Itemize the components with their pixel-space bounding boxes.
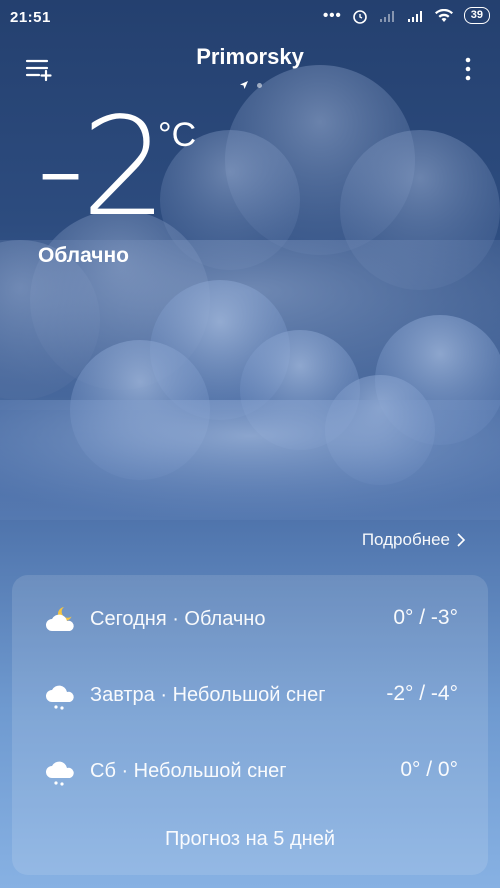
status-time: 21:51 xyxy=(10,9,51,26)
temperature-unit: °C xyxy=(158,116,197,154)
chevron-right-icon xyxy=(457,533,466,547)
forecast-temp-range: -2° / -4° xyxy=(386,682,458,705)
pager-dot xyxy=(256,82,262,88)
forecast-row-today[interactable]: Сегодня · Облачно 0° / -3° xyxy=(12,600,488,640)
five-day-forecast-button[interactable]: Прогноз на 5 дней xyxy=(0,828,500,851)
city-name: Primorsky xyxy=(196,44,304,69)
current-temperature: -2 xyxy=(36,89,168,247)
status-bar: 21:51 ••• 39 xyxy=(0,0,500,36)
wifi-icon xyxy=(434,8,453,22)
partly-cloudy-night-icon xyxy=(46,607,74,631)
forecast-day-label: Завтра · Небольшой снег xyxy=(90,684,326,706)
signal-icon xyxy=(407,10,422,22)
more-options-icon[interactable] xyxy=(460,54,476,84)
light-snow-icon xyxy=(46,685,74,710)
current-condition: Облачно xyxy=(38,244,129,267)
location-arrow-icon xyxy=(239,81,248,89)
alarm-icon xyxy=(352,9,367,24)
forecast-day-label: Сегодня · Облачно xyxy=(90,608,266,630)
forecast-day-label: Сб · Небольшой снег xyxy=(90,760,287,782)
forecast-temp-range: 0° / -3° xyxy=(393,606,458,629)
details-link-label: Подробнее xyxy=(361,530,450,549)
signal-off-icon xyxy=(379,10,394,22)
details-link[interactable]: Подробнее xyxy=(362,530,466,550)
forecast-row-saturday[interactable]: Сб · Небольшой снег 0° / 0° xyxy=(12,752,488,792)
forecast-row-tomorrow[interactable]: Завтра · Небольшой снег -2° / -4° xyxy=(12,676,488,716)
overflow-dots-icon: ••• xyxy=(322,7,342,24)
forecast-temp-range: 0° / 0° xyxy=(400,758,458,781)
light-snow-icon xyxy=(46,761,74,786)
battery-indicator: 39 xyxy=(463,7,490,24)
